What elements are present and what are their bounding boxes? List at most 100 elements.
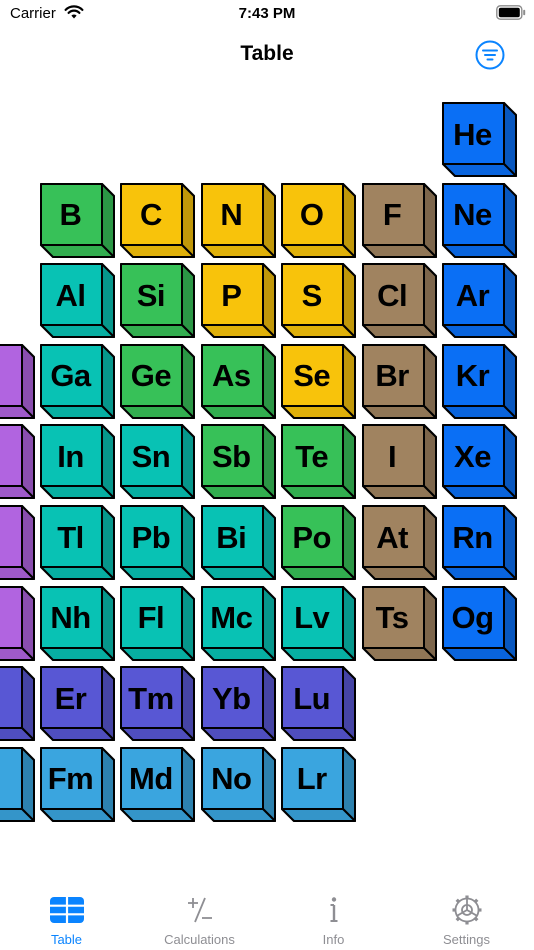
element-symbol: Xe — [454, 438, 491, 474]
element-symbol: d — [0, 426, 21, 487]
element-tile[interactable]: B — [40, 182, 115, 258]
element-tile[interactable]: Sn — [120, 424, 196, 500]
element-symbol: As — [211, 358, 251, 394]
element-tile[interactable]: Lu — [281, 666, 357, 742]
element-tile[interactable]: d — [0, 424, 35, 500]
element-symbol: Fm — [47, 761, 94, 797]
tab-info[interactable]: Info — [267, 880, 400, 950]
element-symbol: Md — [129, 761, 173, 797]
element-tile[interactable]: Tl — [40, 505, 115, 580]
element-tile[interactable]: Nh — [40, 585, 115, 661]
element-symbol: P — [221, 277, 242, 313]
element-tile[interactable]: Cl — [361, 263, 437, 339]
element-tile[interactable]: Xe — [442, 424, 517, 500]
element-symbol: He — [453, 116, 492, 152]
element-symbol: Se — [293, 358, 331, 394]
plus-minus-icon — [187, 897, 212, 923]
element-tile[interactable]: Kr — [442, 343, 517, 419]
element-symbol: Ar — [455, 277, 490, 313]
element-tile[interactable]: Sb — [200, 424, 276, 500]
element-symbol: g — [0, 507, 21, 568]
element-symbol: S — [301, 277, 323, 313]
element-tile[interactable]: n — [0, 343, 35, 419]
element-tile[interactable]: Br — [361, 343, 437, 419]
element-tile[interactable]: Er — [40, 666, 115, 742]
element-symbol: Cl — [377, 277, 408, 313]
element-symbol: Fl — [137, 600, 165, 636]
info-icon — [330, 897, 337, 922]
element-tile[interactable]: I — [361, 424, 437, 500]
element-symbol: Kr — [455, 358, 490, 394]
element-symbol: At — [376, 519, 408, 555]
element-tile[interactable]: P — [200, 263, 276, 339]
element-symbol: Te — [295, 438, 329, 474]
element-tile[interactable]: F — [361, 182, 437, 258]
element-symbol: In — [57, 438, 84, 474]
page-title: Table — [240, 42, 294, 65]
element-tile[interactable]: Md — [120, 746, 196, 822]
element-symbol: No — [211, 761, 252, 797]
element-symbol: Er — [54, 680, 87, 716]
element-tile[interactable]: S — [281, 263, 357, 339]
element-tile[interactable]: Ga — [40, 343, 115, 419]
table-grid-icon — [49, 897, 84, 923]
element-tile[interactable]: Po — [281, 505, 357, 580]
element-tile[interactable]: Lr — [281, 746, 357, 822]
element-symbol: Pb — [131, 519, 171, 555]
element-symbol: C — [139, 197, 162, 233]
element-tile[interactable]: O — [281, 182, 357, 258]
element-symbol: Ga — [50, 358, 91, 394]
element-symbol: n — [0, 588, 21, 649]
element-tile[interactable]: s — [0, 746, 35, 822]
element-tile[interactable]: No — [200, 746, 276, 822]
element-symbol: Br — [375, 358, 409, 394]
element-tile[interactable]: Rn — [442, 505, 517, 580]
element-tile[interactable]: He — [442, 102, 517, 177]
element-tile[interactable]: Se — [281, 343, 357, 419]
element-tile[interactable]: Fm — [40, 746, 115, 822]
element-symbol: Ge — [130, 358, 172, 394]
element-tile[interactable]: Lv — [281, 585, 357, 661]
tab-label: Info — [322, 932, 345, 947]
gear-icon — [452, 895, 481, 925]
element-symbol: Nh — [50, 600, 91, 636]
element-tile[interactable]: Fl — [120, 585, 196, 661]
element-tile[interactable]: C — [120, 182, 196, 258]
element-tile[interactable]: Al — [40, 263, 115, 339]
element-tile[interactable]: Te — [281, 424, 357, 500]
element-tile[interactable]: Bi — [200, 505, 276, 580]
filter-icon[interactable] — [474, 39, 506, 71]
element-symbol: n — [0, 346, 21, 407]
element-symbol: Lu — [293, 680, 331, 716]
element-tile[interactable]: b — [0, 666, 35, 742]
element-tile[interactable]: Ne — [442, 182, 517, 258]
element-tile[interactable]: At — [361, 505, 437, 580]
element-symbol: Mc — [210, 600, 253, 636]
tab-label: Settings — [443, 932, 490, 947]
battery-icon — [496, 5, 526, 20]
element-tile[interactable]: Ar — [442, 263, 517, 339]
element-tile[interactable]: As — [200, 343, 276, 419]
element-tile[interactable]: In — [40, 424, 115, 500]
element-tile[interactable]: Ts — [361, 585, 437, 661]
element-tile[interactable]: N — [200, 182, 276, 258]
element-tile[interactable]: Tm — [120, 666, 196, 742]
status-bar: Carrier 7:43 PM — [0, 0, 534, 28]
tab-label: Calculations — [164, 932, 235, 947]
tab-calculations[interactable]: Calculations — [133, 880, 266, 950]
element-tile[interactable]: g — [0, 505, 35, 580]
tab-label: Table — [50, 932, 83, 947]
element-tile[interactable]: Si — [120, 263, 196, 339]
element-tile[interactable]: Mc — [200, 585, 276, 661]
element-symbol: Yb — [211, 680, 251, 716]
element-tile[interactable]: Ge — [120, 343, 196, 419]
element-symbol: B — [59, 197, 82, 233]
element-tile[interactable]: Pb — [120, 505, 196, 580]
element-symbol: O — [299, 197, 324, 233]
element-tile[interactable]: n — [0, 585, 35, 661]
tab-table[interactable]: Table — [0, 880, 133, 950]
element-tile[interactable]: Yb — [200, 666, 276, 742]
element-tile[interactable]: Og — [442, 585, 517, 661]
tab-settings[interactable]: Settings — [400, 880, 533, 950]
tab-bar: Table Calculations Info Settings — [0, 880, 534, 950]
